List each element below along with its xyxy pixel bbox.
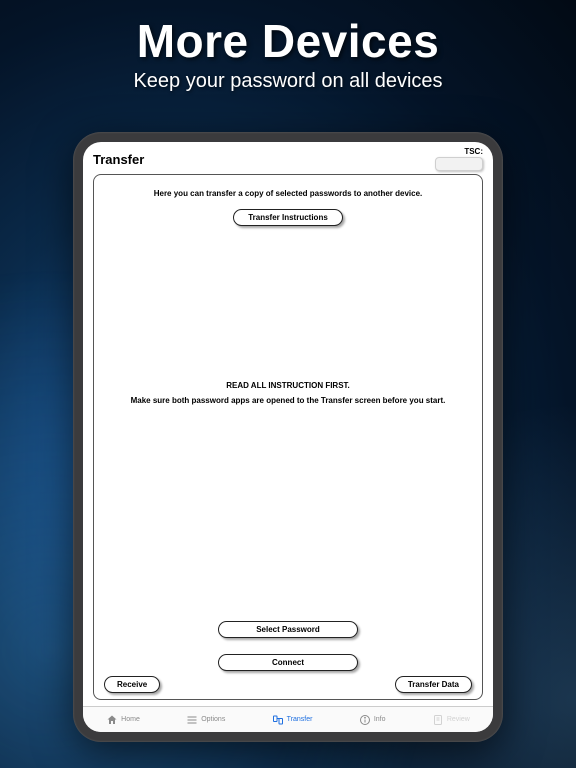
tab-home-label: Home [121,716,140,723]
transfer-icon [272,714,284,726]
tsc-group: TSC: [435,147,483,171]
tab-review-label: Review [447,716,470,723]
hero-subtitle: Keep your password on all devices [0,70,576,93]
select-password-button[interactable]: Select Password [218,621,358,638]
corner-buttons: Receive Transfer Data [104,676,472,693]
page-title: Transfer [93,152,435,167]
tab-review[interactable]: Review [432,714,470,726]
tab-info-label: Info [374,716,386,723]
tab-options-label: Options [201,716,225,723]
connect-button[interactable]: Connect [218,654,358,671]
tab-transfer[interactable]: Transfer [272,714,313,726]
info-icon [359,714,371,726]
instructions-heading: READ ALL INSTRUCTION FIRST. [131,381,446,390]
tablet-frame: Transfer TSC: Here you can transfer a co… [73,132,503,742]
tab-info[interactable]: Info [359,714,386,726]
tsc-label: TSC: [464,147,483,156]
transfer-data-button[interactable]: Transfer Data [395,676,472,693]
review-icon [432,714,444,726]
receive-button[interactable]: Receive [104,676,160,693]
instructions-subtext: Make sure both password apps are opened … [131,396,446,405]
tab-home[interactable]: Home [106,714,140,726]
instructions-block: READ ALL INSTRUCTION FIRST. Make sure bo… [131,381,446,405]
tab-bar: Home Options Transfer Info [83,706,493,732]
tsc-input[interactable] [435,157,483,171]
tab-transfer-label: Transfer [287,716,313,723]
tab-options[interactable]: Options [186,714,225,726]
list-icon [186,714,198,726]
hero-title: More Devices [0,14,576,68]
transfer-instructions-button[interactable]: Transfer Instructions [233,209,343,226]
intro-text: Here you can transfer a copy of selected… [154,189,423,199]
app-screen: Transfer TSC: Here you can transfer a co… [83,142,493,732]
hero: More Devices Keep your password on all d… [0,0,576,93]
transfer-panel: Here you can transfer a copy of selected… [93,174,483,700]
topbar: Transfer TSC: [83,142,493,174]
home-icon [106,714,118,726]
action-buttons: Select Password Connect [94,611,482,671]
